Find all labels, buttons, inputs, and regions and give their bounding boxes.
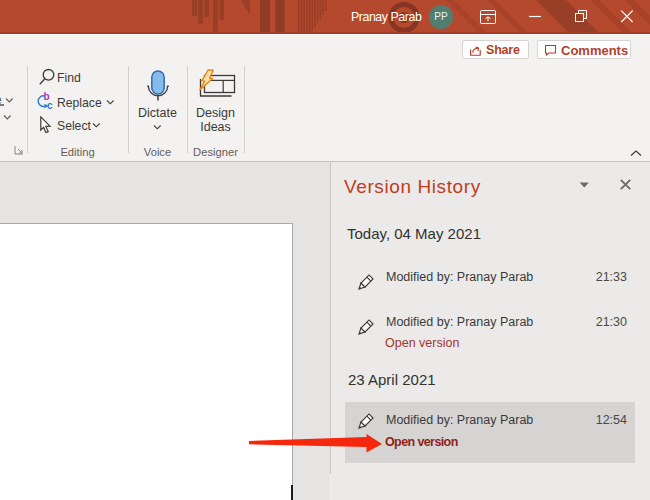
svg-text:c: c bbox=[47, 100, 53, 110]
